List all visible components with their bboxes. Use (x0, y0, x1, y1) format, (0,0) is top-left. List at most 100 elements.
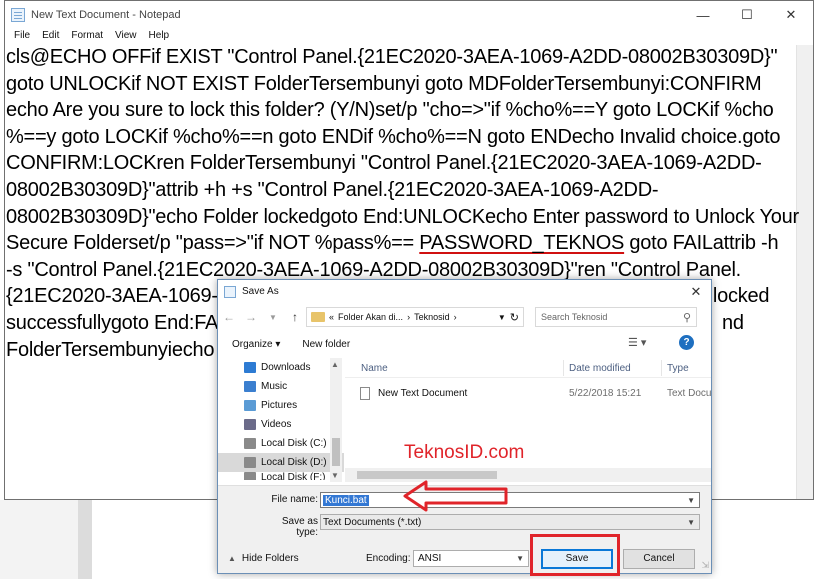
scroll-up-icon[interactable]: ▲ (331, 360, 339, 369)
text-segment: goto FAILattrib -h (624, 232, 779, 255)
text-line: %==y goto LOCKif %cho%==n goto ENDif %ch… (6, 125, 781, 148)
notepad-title-bar[interactable]: New Text Document - Notepad — ☐ ✕ (5, 1, 813, 29)
column-headers: Name Date modified Type (345, 358, 711, 378)
text-line: cls@ECHO OFFif EXIST "Control Panel.{21E… (6, 46, 778, 68)
maximize-button[interactable]: ☐ (725, 1, 769, 29)
nav-item-label: Local Disk (F:) (261, 472, 326, 480)
text-segment: nlocked (702, 285, 770, 308)
file-type: Text Docu (667, 388, 712, 399)
address-bar[interactable]: « Folder Akan di... › Teknosid › ▼ ↻ (306, 307, 524, 327)
nav-item-label: Local Disk (D:) (261, 457, 327, 468)
organize-button[interactable]: Organize ▾ (232, 339, 280, 350)
pictures-icon (244, 400, 256, 411)
videos-icon (244, 419, 256, 430)
nav-item-videos[interactable]: Videos (218, 415, 344, 434)
hide-folders-button[interactable]: ▲ Hide Folders (228, 553, 299, 564)
folder-icon (311, 312, 325, 322)
menu-edit[interactable]: Edit (36, 29, 65, 45)
horizontal-scrollbar[interactable] (345, 468, 711, 482)
encoding-select[interactable]: ANSI ▼ (413, 550, 529, 567)
chevron-down-icon[interactable]: ▼ (687, 496, 695, 505)
close-button[interactable]: ✕ (769, 1, 813, 29)
file-row[interactable]: New Text Document 5/22/2018 15:21 Text D… (345, 385, 711, 403)
breadcrumb-item[interactable]: Teknosid (414, 312, 450, 322)
text-segment: {21EC2020-3AEA-1069- (6, 285, 218, 308)
menu-file[interactable]: File (8, 29, 36, 45)
breadcrumb-overflow[interactable]: « (329, 312, 334, 322)
encoding-value: ANSI (418, 553, 442, 564)
drive-icon (244, 457, 256, 468)
text-line: echo Are you sure to lock this folder? (… (6, 99, 774, 122)
nav-item-label: Videos (261, 419, 292, 430)
column-name[interactable]: Name (361, 363, 388, 374)
file-name: New Text Document (378, 388, 468, 399)
save-type-label: Save as type: (281, 516, 318, 538)
file-date: 5/22/2018 15:21 (569, 388, 642, 399)
back-arrow-icon[interactable]: ← (218, 310, 240, 324)
view-options-icon[interactable]: ☰ ▾ (628, 336, 646, 349)
background-area (0, 500, 78, 579)
column-divider[interactable] (661, 360, 662, 376)
breadcrumb-item[interactable]: Folder Akan di... (338, 312, 403, 322)
refresh-icon[interactable]: ↻ (510, 311, 519, 324)
scroll-down-icon[interactable]: ▼ (331, 471, 339, 480)
resize-grip-icon[interactable]: ⇲ (701, 560, 709, 571)
forward-arrow-icon[interactable]: → (240, 310, 262, 324)
breadcrumb-separator: › (453, 312, 457, 322)
drive-icon (244, 472, 256, 480)
nav-item-pictures[interactable]: Pictures (218, 396, 344, 415)
scroll-thumb[interactable] (332, 438, 340, 466)
nav-scrollbar[interactable]: ▲ ▼ (330, 358, 342, 482)
up-arrow-icon[interactable]: ↑ (284, 310, 306, 324)
text-line: 08002B30309D}"echo Folder lockedgoto End… (6, 205, 799, 228)
dialog-close-button[interactable]: ✕ (681, 284, 711, 300)
dialog-title-bar[interactable]: Save As ✕ (218, 280, 711, 303)
text-line: Secure Folderset/p "pass=>"if NOT %pass%… (6, 230, 806, 257)
encoding-label: Encoding: (366, 553, 411, 564)
nav-item-label: Downloads (261, 362, 311, 373)
text-file-icon (360, 387, 370, 400)
search-icon: ⚲ (682, 311, 691, 324)
notepad-icon (224, 285, 236, 298)
nav-item-local-disk-f[interactable]: Local Disk (F:) (218, 472, 344, 480)
address-dropdown-icon[interactable]: ▼ (498, 313, 506, 322)
text-line: goto UNLOCKif NOT EXIST FolderTersembuny… (6, 72, 762, 95)
file-name-value: Kunci.bat (323, 494, 369, 506)
search-placeholder: Search Teknosid (541, 312, 608, 322)
nav-item-downloads[interactable]: Downloads (218, 358, 344, 377)
nav-item-music[interactable]: Music (218, 377, 344, 396)
menu-view[interactable]: View (109, 29, 143, 45)
watermark-text: TeknosID.com (404, 442, 525, 463)
drive-icon (244, 438, 256, 449)
save-type-value: Text Documents (*.txt) (323, 516, 422, 528)
new-folder-button[interactable]: New folder (302, 339, 350, 350)
screen: { "notepad": { "title": "New Text Docume… (0, 0, 816, 579)
music-icon (244, 381, 256, 392)
navigation-pane: Downloads Music Pictures Videos Local Di… (218, 358, 344, 482)
chevron-up-icon: ▲ (228, 554, 236, 563)
dialog-title: Save As (242, 286, 279, 297)
column-date-modified[interactable]: Date modified (569, 363, 631, 374)
column-divider[interactable] (563, 360, 564, 376)
nav-item-local-disk-d[interactable]: Local Disk (D:) (218, 453, 344, 472)
search-input[interactable]: Search Teknosid ⚲ (535, 307, 697, 327)
nav-item-label: Local Disk (C:) (261, 438, 327, 449)
toolbar: Organize ▾ New folder ☰ ▾ ? (218, 332, 711, 356)
menu-help[interactable]: Help (143, 29, 176, 45)
notepad-icon (11, 8, 25, 22)
nav-item-label: Pictures (261, 400, 298, 411)
recent-dropdown-icon[interactable]: ▼ (262, 313, 284, 322)
breadcrumb-separator: › (407, 312, 411, 322)
menu-format[interactable]: Format (65, 29, 109, 45)
text-segment: nd (722, 311, 744, 334)
file-list: Name Date modified Type New Text Documen… (345, 358, 711, 482)
cancel-button[interactable]: Cancel (623, 549, 695, 569)
help-icon[interactable]: ? (679, 335, 694, 350)
minimize-button[interactable]: — (681, 1, 725, 29)
chevron-down-icon[interactable]: ▼ (687, 518, 695, 527)
chevron-down-icon: ▼ (516, 554, 524, 563)
column-type[interactable]: Type (667, 363, 689, 374)
save-type-select[interactable]: Text Documents (*.txt) ▼ (320, 514, 700, 530)
nav-item-local-disk-c[interactable]: Local Disk (C:) (218, 434, 344, 453)
password-text: PASSWORD_TEKNOS (419, 232, 625, 255)
